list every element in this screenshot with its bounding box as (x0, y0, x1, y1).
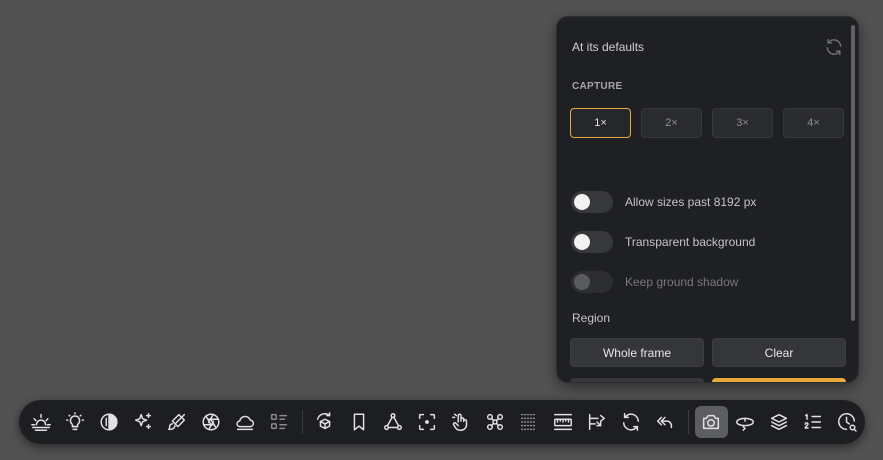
cloud-icon[interactable] (229, 406, 262, 438)
allow-sizes-row: Allow sizes past 8192 px (571, 191, 756, 213)
scale-1x-button[interactable]: 1× (570, 108, 631, 138)
numbered-list-icon[interactable] (797, 406, 830, 438)
ground-shadow-row: Keep ground shadow (571, 271, 738, 293)
focus-point-icon[interactable] (411, 406, 444, 438)
reset-icon[interactable] (824, 37, 844, 57)
toolbar-divider (688, 410, 689, 434)
transparent-background-toggle[interactable] (571, 231, 613, 253)
panel-title: At its defaults (572, 40, 645, 54)
toggle-knob (574, 194, 590, 210)
toggle-knob (574, 274, 590, 290)
toolbar-divider (302, 410, 303, 434)
action-buttons (570, 378, 846, 382)
dotted-grid-icon[interactable] (513, 406, 546, 438)
whole-frame-button[interactable]: Whole frame (570, 338, 704, 367)
vector-nodes-icon[interactable] (377, 406, 410, 438)
orbit-icon[interactable] (729, 406, 762, 438)
ground-shadow-label: Keep ground shadow (625, 275, 739, 289)
transparent-background-row: Transparent background (571, 231, 755, 253)
clock-search-icon[interactable] (831, 406, 864, 438)
contrast-icon[interactable] (93, 406, 126, 438)
panel-scrollbar[interactable] (851, 25, 855, 321)
transparent-background-label: Transparent background (625, 235, 756, 249)
scale-3x-button[interactable]: 3× (712, 108, 773, 138)
capture-settings-panel: At its defaults CAPTURE 1× 2× 3× 4× Allo… (556, 16, 859, 383)
brush-icon[interactable] (161, 406, 194, 438)
primary-action-button[interactable] (712, 378, 846, 382)
secondary-action-button[interactable] (570, 378, 704, 382)
region-buttons: Whole frame Clear (570, 338, 846, 367)
scale-4x-button[interactable]: 4× (783, 108, 844, 138)
clear-region-button[interactable]: Clear (712, 338, 846, 367)
undo-icon[interactable] (649, 406, 682, 438)
scale-selector: 1× 2× 3× 4× (570, 108, 844, 138)
allow-sizes-label: Allow sizes past 8192 px (625, 195, 757, 209)
scale-2x-button[interactable]: 2× (641, 108, 702, 138)
list-grid-icon[interactable] (263, 406, 296, 438)
hand-pointer-icon[interactable] (445, 406, 478, 438)
ruler-icon[interactable] (547, 406, 580, 438)
capture-section-label: CAPTURE (572, 81, 623, 92)
camera-icon[interactable] (695, 406, 728, 438)
ground-shadow-toggle[interactable] (571, 271, 613, 293)
main-toolbar (19, 400, 865, 444)
panel-header: At its defaults (572, 38, 844, 56)
allow-sizes-toggle[interactable] (571, 191, 613, 213)
sunrise-icon[interactable] (25, 406, 58, 438)
refresh-icon[interactable] (615, 406, 648, 438)
layers-icon[interactable] (763, 406, 796, 438)
route-arrow-icon[interactable] (581, 406, 614, 438)
drone-icon[interactable] (479, 406, 512, 438)
aperture-icon[interactable] (195, 406, 228, 438)
region-label: Region (572, 311, 611, 325)
lightbulb-icon[interactable] (59, 406, 92, 438)
bookmark-icon[interactable] (343, 406, 376, 438)
rotate-cube-icon[interactable] (309, 406, 342, 438)
sparkles-icon[interactable] (127, 406, 160, 438)
toggle-knob (574, 234, 590, 250)
